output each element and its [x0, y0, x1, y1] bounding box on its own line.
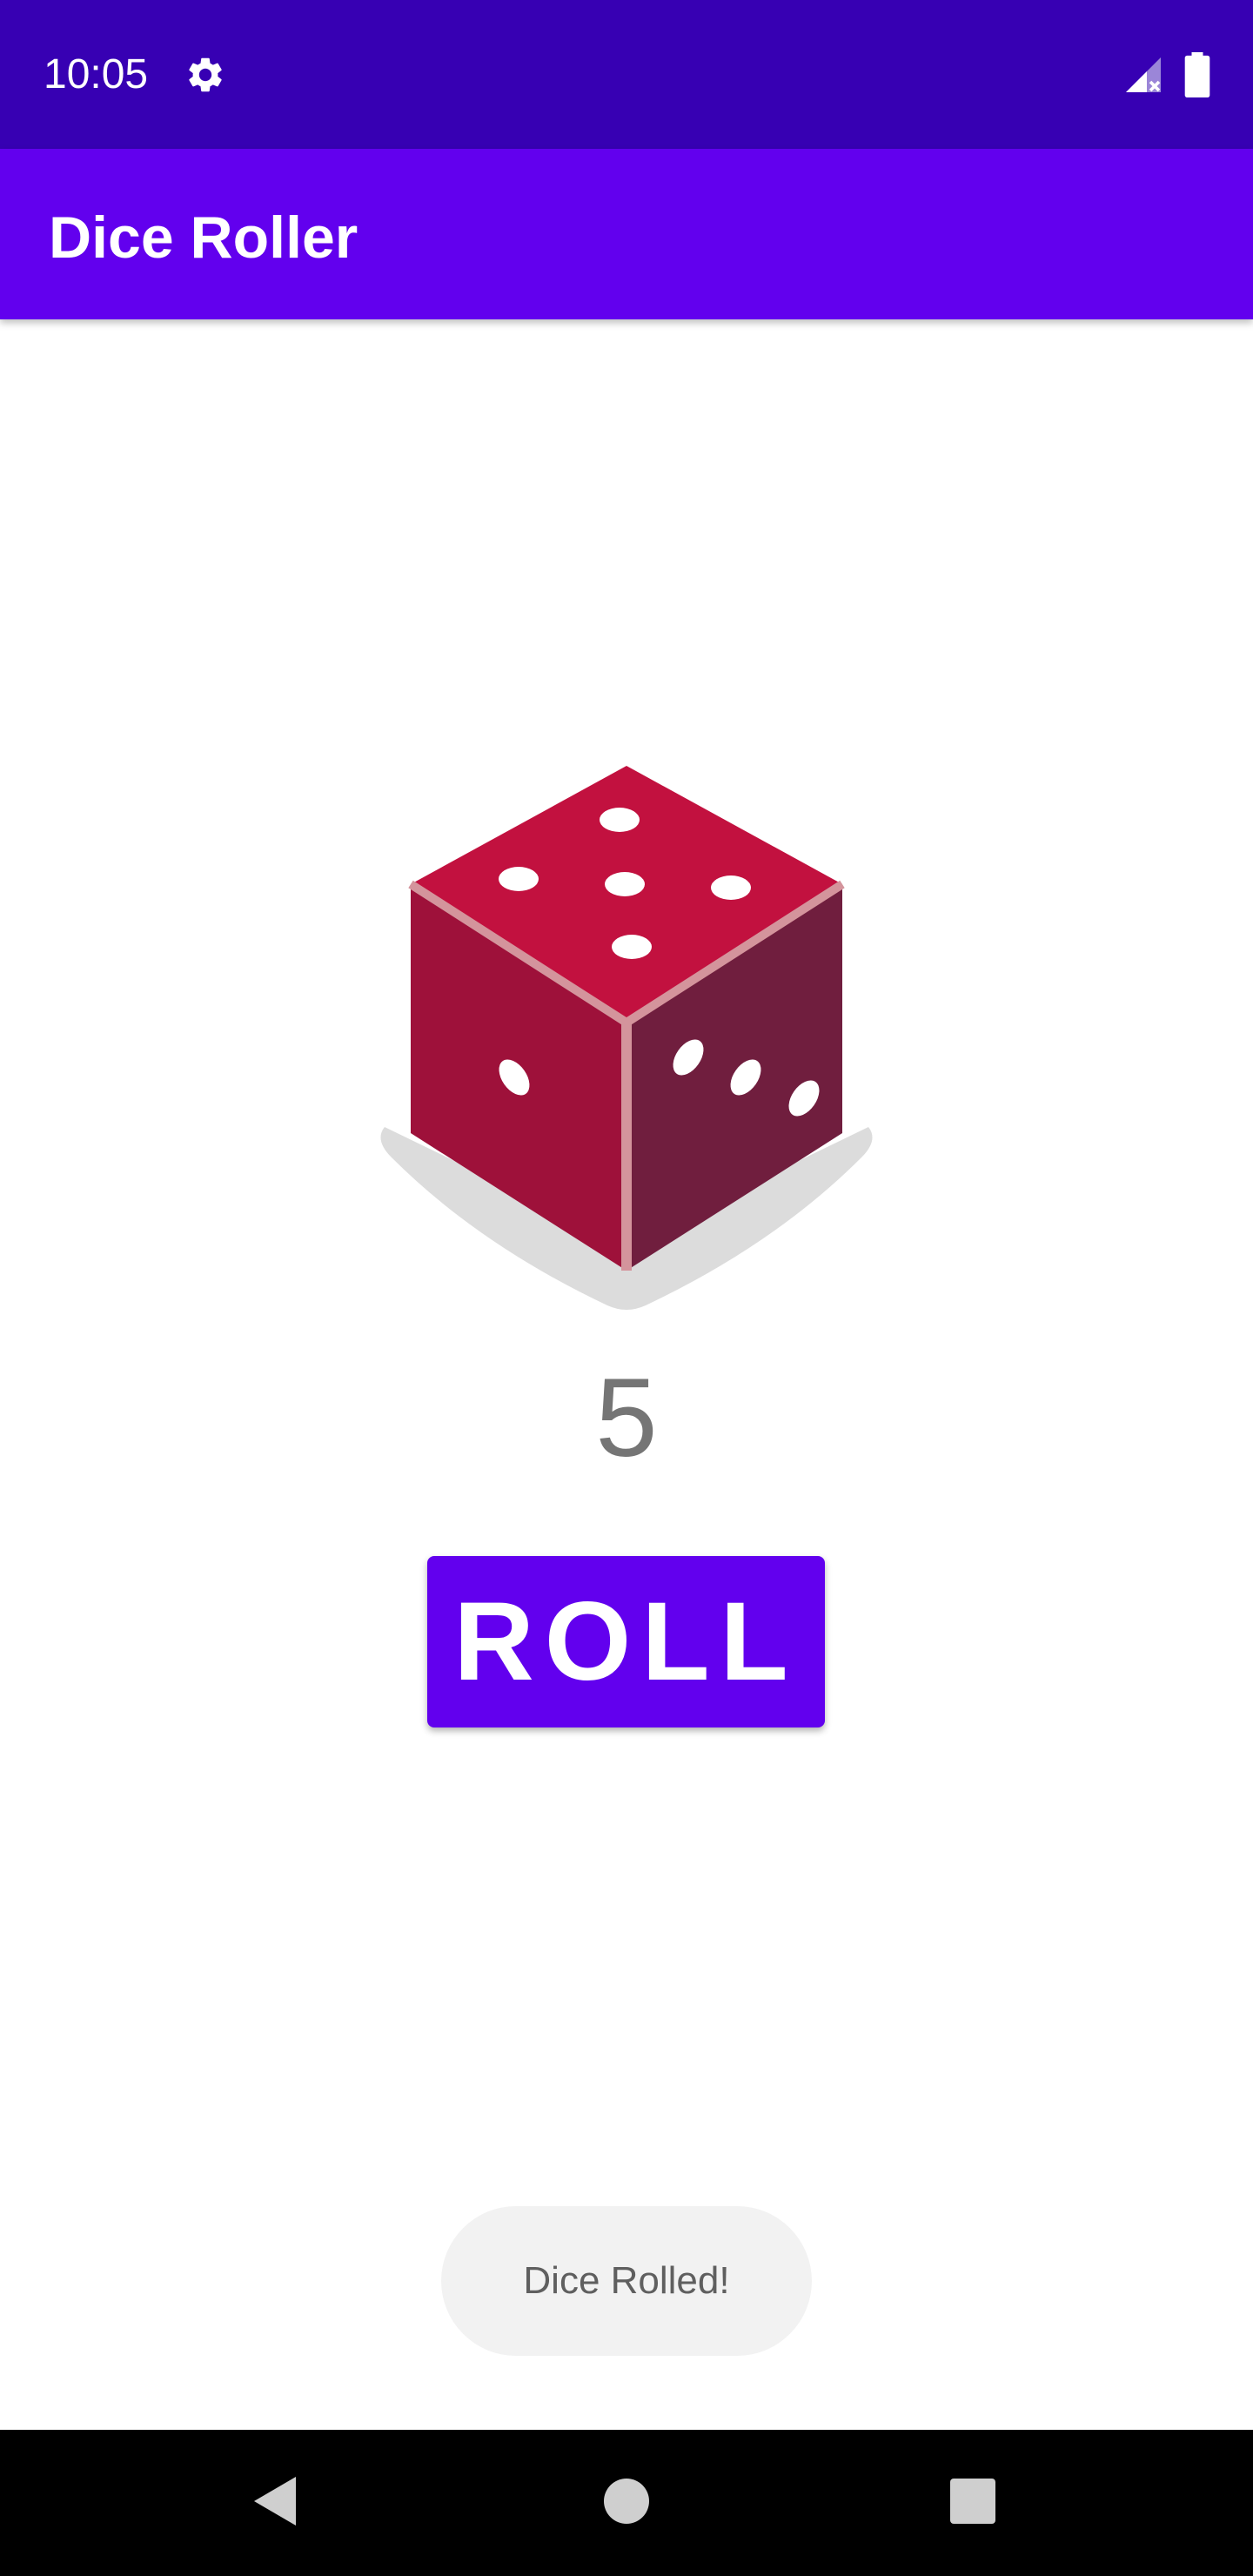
top-pip [711, 875, 751, 900]
home-icon[interactable] [604, 2479, 649, 2524]
status-time: 10:05 [44, 51, 149, 97]
status-bar: 10:05 [0, 0, 1253, 149]
top-pip [499, 867, 539, 891]
app-title: Dice Roller [49, 205, 358, 271]
roll-button[interactable]: ROLL [427, 1556, 825, 1727]
gear-icon [189, 57, 222, 92]
screen: 10:05 Dice Roller 5 ROLL Dice Rolled! [0, 0, 1253, 2576]
signal-icon [1126, 57, 1161, 92]
recents-icon[interactable] [950, 2479, 995, 2524]
app-bar: Dice Roller [0, 149, 1253, 319]
navigation-bar [0, 2430, 1253, 2576]
top-pip [612, 935, 652, 959]
battery-icon [1184, 52, 1210, 97]
result-text: 5 [595, 1356, 658, 1480]
dice-image [380, 766, 873, 1310]
toast-message: Dice Rolled! [441, 2206, 812, 2356]
back-icon[interactable] [251, 2473, 299, 2529]
top-pip [605, 872, 645, 896]
top-pip [600, 808, 640, 832]
